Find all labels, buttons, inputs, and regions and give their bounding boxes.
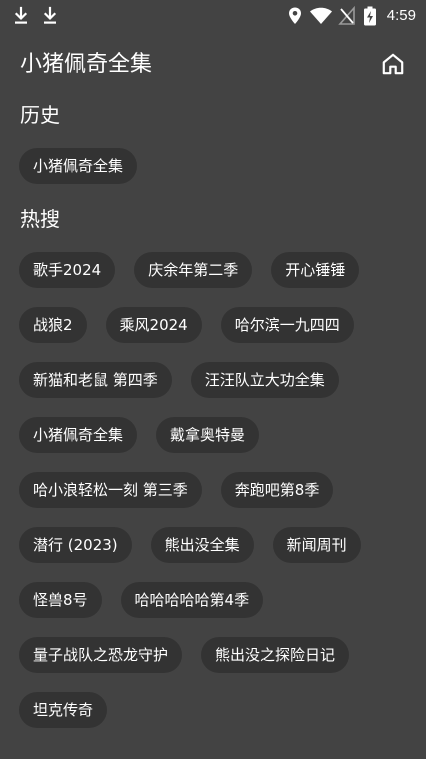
download-icon xyxy=(14,6,28,24)
hot-search-chip[interactable]: 量子战队之恐龙守护 xyxy=(19,637,183,673)
hot-search-chip[interactable]: 潜行 (2023) xyxy=(19,527,132,563)
hot-search-chip[interactable]: 新闻周刊 xyxy=(272,527,361,563)
history-section-title: 历史 xyxy=(20,103,60,127)
history-chip[interactable]: 小猪佩奇全集 xyxy=(19,148,138,184)
home-icon[interactable] xyxy=(380,51,406,77)
location-icon xyxy=(289,7,301,24)
hot-search-chip[interactable]: 戴拿奥特曼 xyxy=(156,417,260,453)
hot-search-chip[interactable]: 小猪佩奇全集 xyxy=(19,417,138,453)
hot-search-chip[interactable]: 战狼2 xyxy=(19,307,87,343)
hot-search-chip[interactable]: 乘风2024 xyxy=(105,307,202,343)
hot-search-chip[interactable]: 坦克传奇 xyxy=(19,692,108,728)
hot-search-chip[interactable]: 哈哈哈哈哈第4季 xyxy=(120,582,264,618)
hot-search-list: 歌手2024 庆余年第二季 开心锤锤 战狼2 乘风2024 哈尔滨一九四四 新猫… xyxy=(19,252,409,728)
hot-search-chip[interactable]: 熊出没全集 xyxy=(150,527,254,563)
battery-charging-icon xyxy=(364,6,376,26)
history-list: 小猪佩奇全集 xyxy=(19,148,409,184)
hot-search-chip[interactable]: 新猫和老鼠 第四季 xyxy=(19,362,172,398)
hot-search-chip[interactable]: 哈小浪轻松一刻 第三季 xyxy=(19,472,202,508)
page-title: 小猪佩奇全集 xyxy=(20,52,153,77)
hot-search-chip[interactable]: 熊出没之探险日记 xyxy=(201,637,350,673)
hot-search-chip[interactable]: 汪汪队立大功全集 xyxy=(190,362,339,398)
status-time: 4:59 xyxy=(386,7,416,24)
hot-search-chip[interactable]: 奔跑吧第8季 xyxy=(220,472,334,508)
wifi-icon xyxy=(310,7,332,24)
hot-search-chip[interactable]: 怪兽8号 xyxy=(19,582,102,618)
download-icon xyxy=(43,6,57,24)
hot-section-title: 热搜 xyxy=(20,207,60,231)
hot-search-chip[interactable]: 歌手2024 xyxy=(19,252,116,288)
hot-search-chip[interactable]: 哈尔滨一九四四 xyxy=(220,307,354,343)
hot-search-chip[interactable]: 开心锤锤 xyxy=(271,252,360,288)
hot-search-chip[interactable]: 庆余年第二季 xyxy=(134,252,253,288)
no-signal-icon xyxy=(338,6,355,25)
status-bar: 4:59 xyxy=(0,0,426,32)
